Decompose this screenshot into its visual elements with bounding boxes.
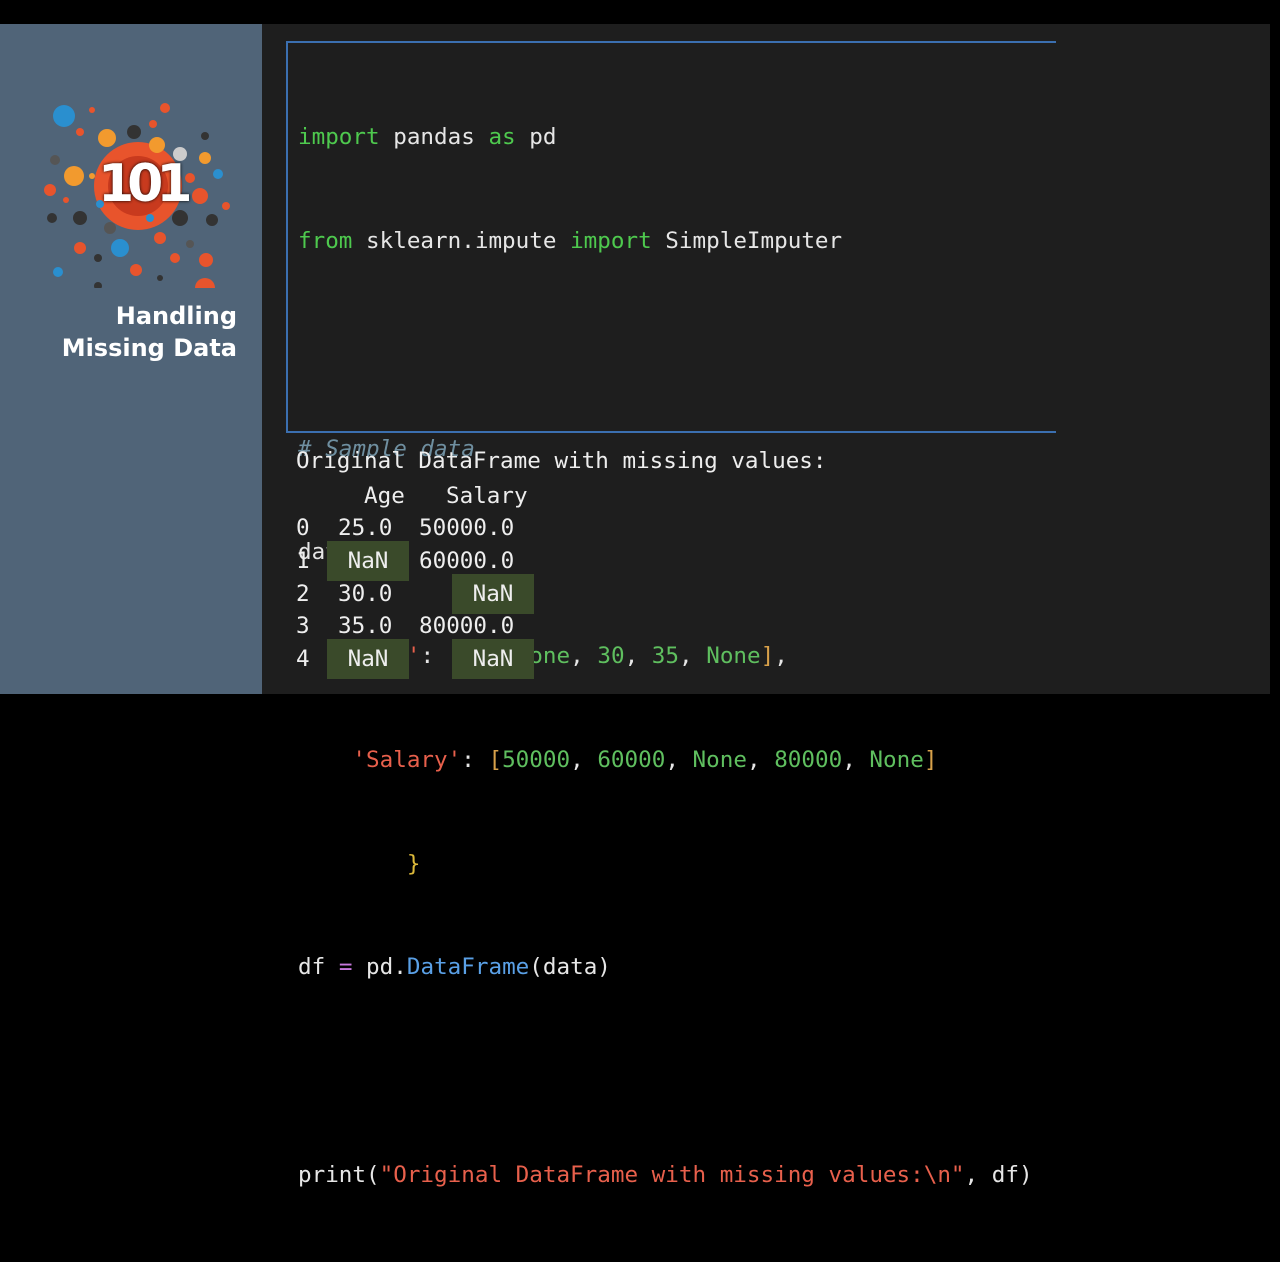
- age-value: 25.0: [338, 515, 393, 541]
- row-index: 1: [296, 548, 310, 574]
- age-value: 35.0: [338, 613, 393, 639]
- code-cell[interactable]: import pandas as pd from sklearn.impute …: [286, 41, 1056, 1188]
- code-line-2: from sklearn.impute import SimpleImputer: [298, 227, 843, 254]
- salary-value-nan-highlight: NaN: [452, 639, 534, 679]
- salary-value: 60000.0: [419, 548, 515, 574]
- code-line-df: df = pd.DataFrame(data): [298, 954, 611, 981]
- sidebar: 101 Handling Missing Data: [0, 24, 262, 694]
- right-edge-strip: [1270, 24, 1280, 694]
- code-line-1: import pandas as pd: [298, 124, 557, 151]
- output-title: Original DataFrame with missing values:: [296, 448, 827, 474]
- table-row: 3 35.0 80000.0: [296, 610, 696, 642]
- table-row: 0 25.0 50000.0: [296, 512, 696, 544]
- code-line-blank-2: [298, 1054, 1033, 1089]
- code-line-print: print("Original DataFrame with missing v…: [298, 1162, 1033, 1188]
- salary-value: 80000.0: [419, 613, 515, 639]
- row-index: 0: [296, 515, 310, 541]
- age-value-nan-highlight: NaN: [327, 541, 409, 581]
- video-frame: 101 Handling Missing Data import pandas …: [0, 24, 1280, 1188]
- column-header-age: Age: [364, 483, 405, 509]
- table-row: 4 NaN NaN: [296, 639, 696, 679]
- video-title: Handling Missing Data: [17, 300, 237, 364]
- salary-value-nan-highlight: NaN: [452, 574, 534, 614]
- column-header-salary: Salary: [446, 483, 528, 509]
- logo-101-text: 101: [98, 154, 193, 214]
- salary-value: 50000.0: [419, 515, 515, 541]
- code-line-close: }: [406, 850, 421, 877]
- age-value-nan-highlight: NaN: [327, 639, 409, 679]
- row-index: 4: [296, 646, 310, 672]
- row-index: 3: [296, 613, 310, 639]
- table-row: 1 NaN 60000.0: [296, 541, 696, 581]
- table-row: 2 30.0 NaN: [296, 574, 696, 614]
- table-header: Age Salary: [296, 480, 696, 512]
- age-value: 30.0: [338, 581, 393, 607]
- title-line-1: Handling: [115, 302, 237, 330]
- title-line-2: Missing Data: [61, 334, 237, 362]
- row-index: 2: [296, 581, 310, 607]
- cell-output: Original DataFrame with missing values: …: [296, 444, 996, 834]
